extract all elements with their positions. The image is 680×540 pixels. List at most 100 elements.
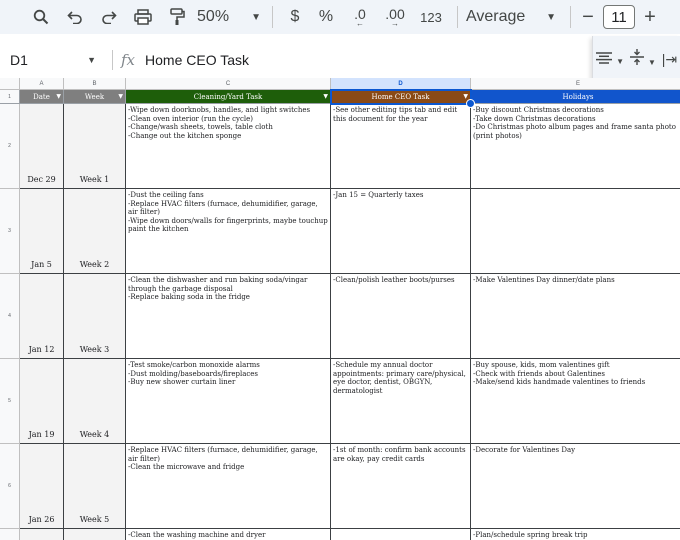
toolbar-divider [570,6,571,28]
arrow-right-icon: → [391,18,399,28]
holidays-cell[interactable]: -Buy discount Christmas decorations -Tak… [471,104,680,189]
week-cell[interactable]: Week 2 [64,189,126,274]
cleaning-cell[interactable]: -Replace HVAC filters (furnace, dehumidi… [126,444,331,529]
week-cell[interactable]: Week 1 [64,104,126,189]
cleaning-cell[interactable]: -Dust the ceiling fans -Replace HVAC fil… [126,189,331,274]
date-cell[interactable] [20,529,64,540]
header-row: 1 Date ▼ Week ▼ Cleaning/Yard Task ▼ Home CEO T… [0,90,680,104]
home-ceo-header-label: Home CEO Task [371,92,430,101]
date-header-label: Date [33,92,50,101]
text-wrap-icon[interactable]: |⇥ [662,51,677,68]
holidays-cell[interactable]: -Buy spouse, kids, mom valentines gift -… [471,359,680,444]
date-cell[interactable]: Jan 5 [20,189,64,274]
percent-label: % [318,8,334,25]
ceo-cell[interactable]: -Clean/polish leather boots/purses [331,274,471,359]
week-cell[interactable]: Week 3 [64,274,126,359]
fill-handle[interactable] [466,99,475,108]
filter-icon[interactable]: ▼ [56,93,61,100]
increase-decimal-button[interactable]: .00 → [377,2,413,32]
column-header-a[interactable]: A [20,78,64,90]
cleaning-cell[interactable]: -Clean the washing machine and dryer [126,529,331,540]
column-header-e[interactable]: E [471,78,680,90]
holidays-cell[interactable]: -Plan/schedule spring break trip [471,529,680,540]
week-cell[interactable] [64,529,126,540]
function-label: Average [466,8,526,25]
row-number-1[interactable]: 1 [0,90,20,104]
row-number[interactable]: 3 [0,189,20,274]
row-number-1-label: 1 [8,93,11,100]
ceo-cell[interactable]: -See other editing tips tab and edit thi… [331,104,471,189]
vertical-align-icon[interactable]: ▼ [629,49,656,69]
decrease-decimal-label: .0 [354,5,366,22]
number-format-label: 123 [420,9,442,25]
date-cell[interactable]: Jan 12 [20,274,64,359]
cleaning-cell[interactable]: -Clean the dishwasher and run baking sod… [126,274,331,359]
cleaning-header[interactable]: Cleaning/Yard Task ▼ [126,90,331,104]
holidays-header-label: Holidays [562,92,594,101]
ceo-cell[interactable]: -Schedule my annual doctor appointments:… [331,359,471,444]
toolbar-divider [272,6,273,28]
paint-format-icon[interactable] [160,2,194,32]
cell-reference: D1 [10,52,28,68]
column-header-d[interactable]: D [331,78,471,90]
ceo-cell[interactable] [331,529,471,540]
week-cell[interactable]: Week 5 [64,444,126,529]
decrease-font-size-button[interactable]: − [579,2,597,32]
alignment-tools-panel: ▼ ▼ |⇥ [592,36,680,82]
formula-divider [112,50,113,70]
chevron-down-icon: ▼ [546,11,556,23]
date-header[interactable]: Date ▼ [20,90,64,104]
search-icon[interactable] [24,2,58,32]
function-icon: fx [121,51,136,69]
column-header-b[interactable]: B [64,78,126,90]
increase-decimal-label: .00 [385,5,405,22]
font-size-input[interactable]: 11 [603,5,635,29]
row-number[interactable]: 2 [0,104,20,189]
chevron-down-icon: ▼ [87,55,96,65]
plus-icon: + [644,5,656,28]
home-ceo-header[interactable]: Home CEO Task ▼ [331,90,471,104]
spreadsheet-grid: ABCDE 1 Date ▼ Week ▼ Cleaning/Yard Task ▼ Home… [0,78,680,540]
chevron-down-icon: ▼ [616,56,624,66]
holidays-header[interactable]: Holidays [471,90,680,104]
cleaning-cell[interactable]: -Test smoke/carbon monoxide alarms -Dust… [126,359,331,444]
row-number[interactable]: 7 [0,529,20,540]
week-cell[interactable]: Week 4 [64,359,126,444]
zoom-value: 50% [197,8,230,25]
currency-format-button[interactable]: $ [281,2,309,32]
zoom-select[interactable]: 50% ▼ [194,2,264,32]
date-cell[interactable]: Jan 26 [20,444,64,529]
print-icon[interactable] [126,2,160,32]
percent-format-button[interactable]: % [309,2,343,32]
holidays-cell[interactable]: -Make Valentines Day dinner/date plans [471,274,680,359]
font-size-value: 11 [611,8,627,26]
date-cell[interactable]: Jan 19 [20,359,64,444]
horizontal-align-icon[interactable]: ▼ [595,51,624,68]
minus-icon: − [582,5,594,28]
ceo-cell[interactable]: -Jan 15 = Quarterly taxes [331,189,471,274]
filter-icon[interactable]: ▼ [118,93,123,100]
column-header-c[interactable]: C [126,78,331,90]
function-select[interactable]: Average ▼ [466,2,562,32]
decrease-decimal-button[interactable]: .0 ← [343,2,377,32]
filter-icon[interactable]: ▼ [323,93,328,100]
name-box[interactable]: D1 ▼ [0,46,104,74]
row-number[interactable]: 5 [0,359,20,444]
row-number[interactable]: 4 [0,274,20,359]
cleaning-cell[interactable]: -Wipe down doorknobs, handles, and light… [126,104,331,189]
select-all-corner[interactable] [0,78,20,90]
redo-icon[interactable] [92,2,126,32]
formula-input[interactable]: Home CEO Task [145,52,249,68]
ceo-cell[interactable]: -1st of month: confirm bank accounts are… [331,444,471,529]
date-cell[interactable]: Dec 29 [20,104,64,189]
holidays-cell[interactable]: -Decorate for Valentines Day [471,444,680,529]
undo-icon[interactable] [58,2,92,32]
row-number[interactable]: 6 [0,444,20,529]
holidays-cell[interactable] [471,189,680,274]
increase-font-size-button[interactable]: + [641,2,659,32]
number-format-button[interactable]: 123 [413,2,449,32]
week-header[interactable]: Week ▼ [64,90,126,104]
column-headers: ABCDE [0,78,680,90]
chevron-down-icon: ▼ [647,58,656,67]
toolbar-divider [457,6,458,28]
